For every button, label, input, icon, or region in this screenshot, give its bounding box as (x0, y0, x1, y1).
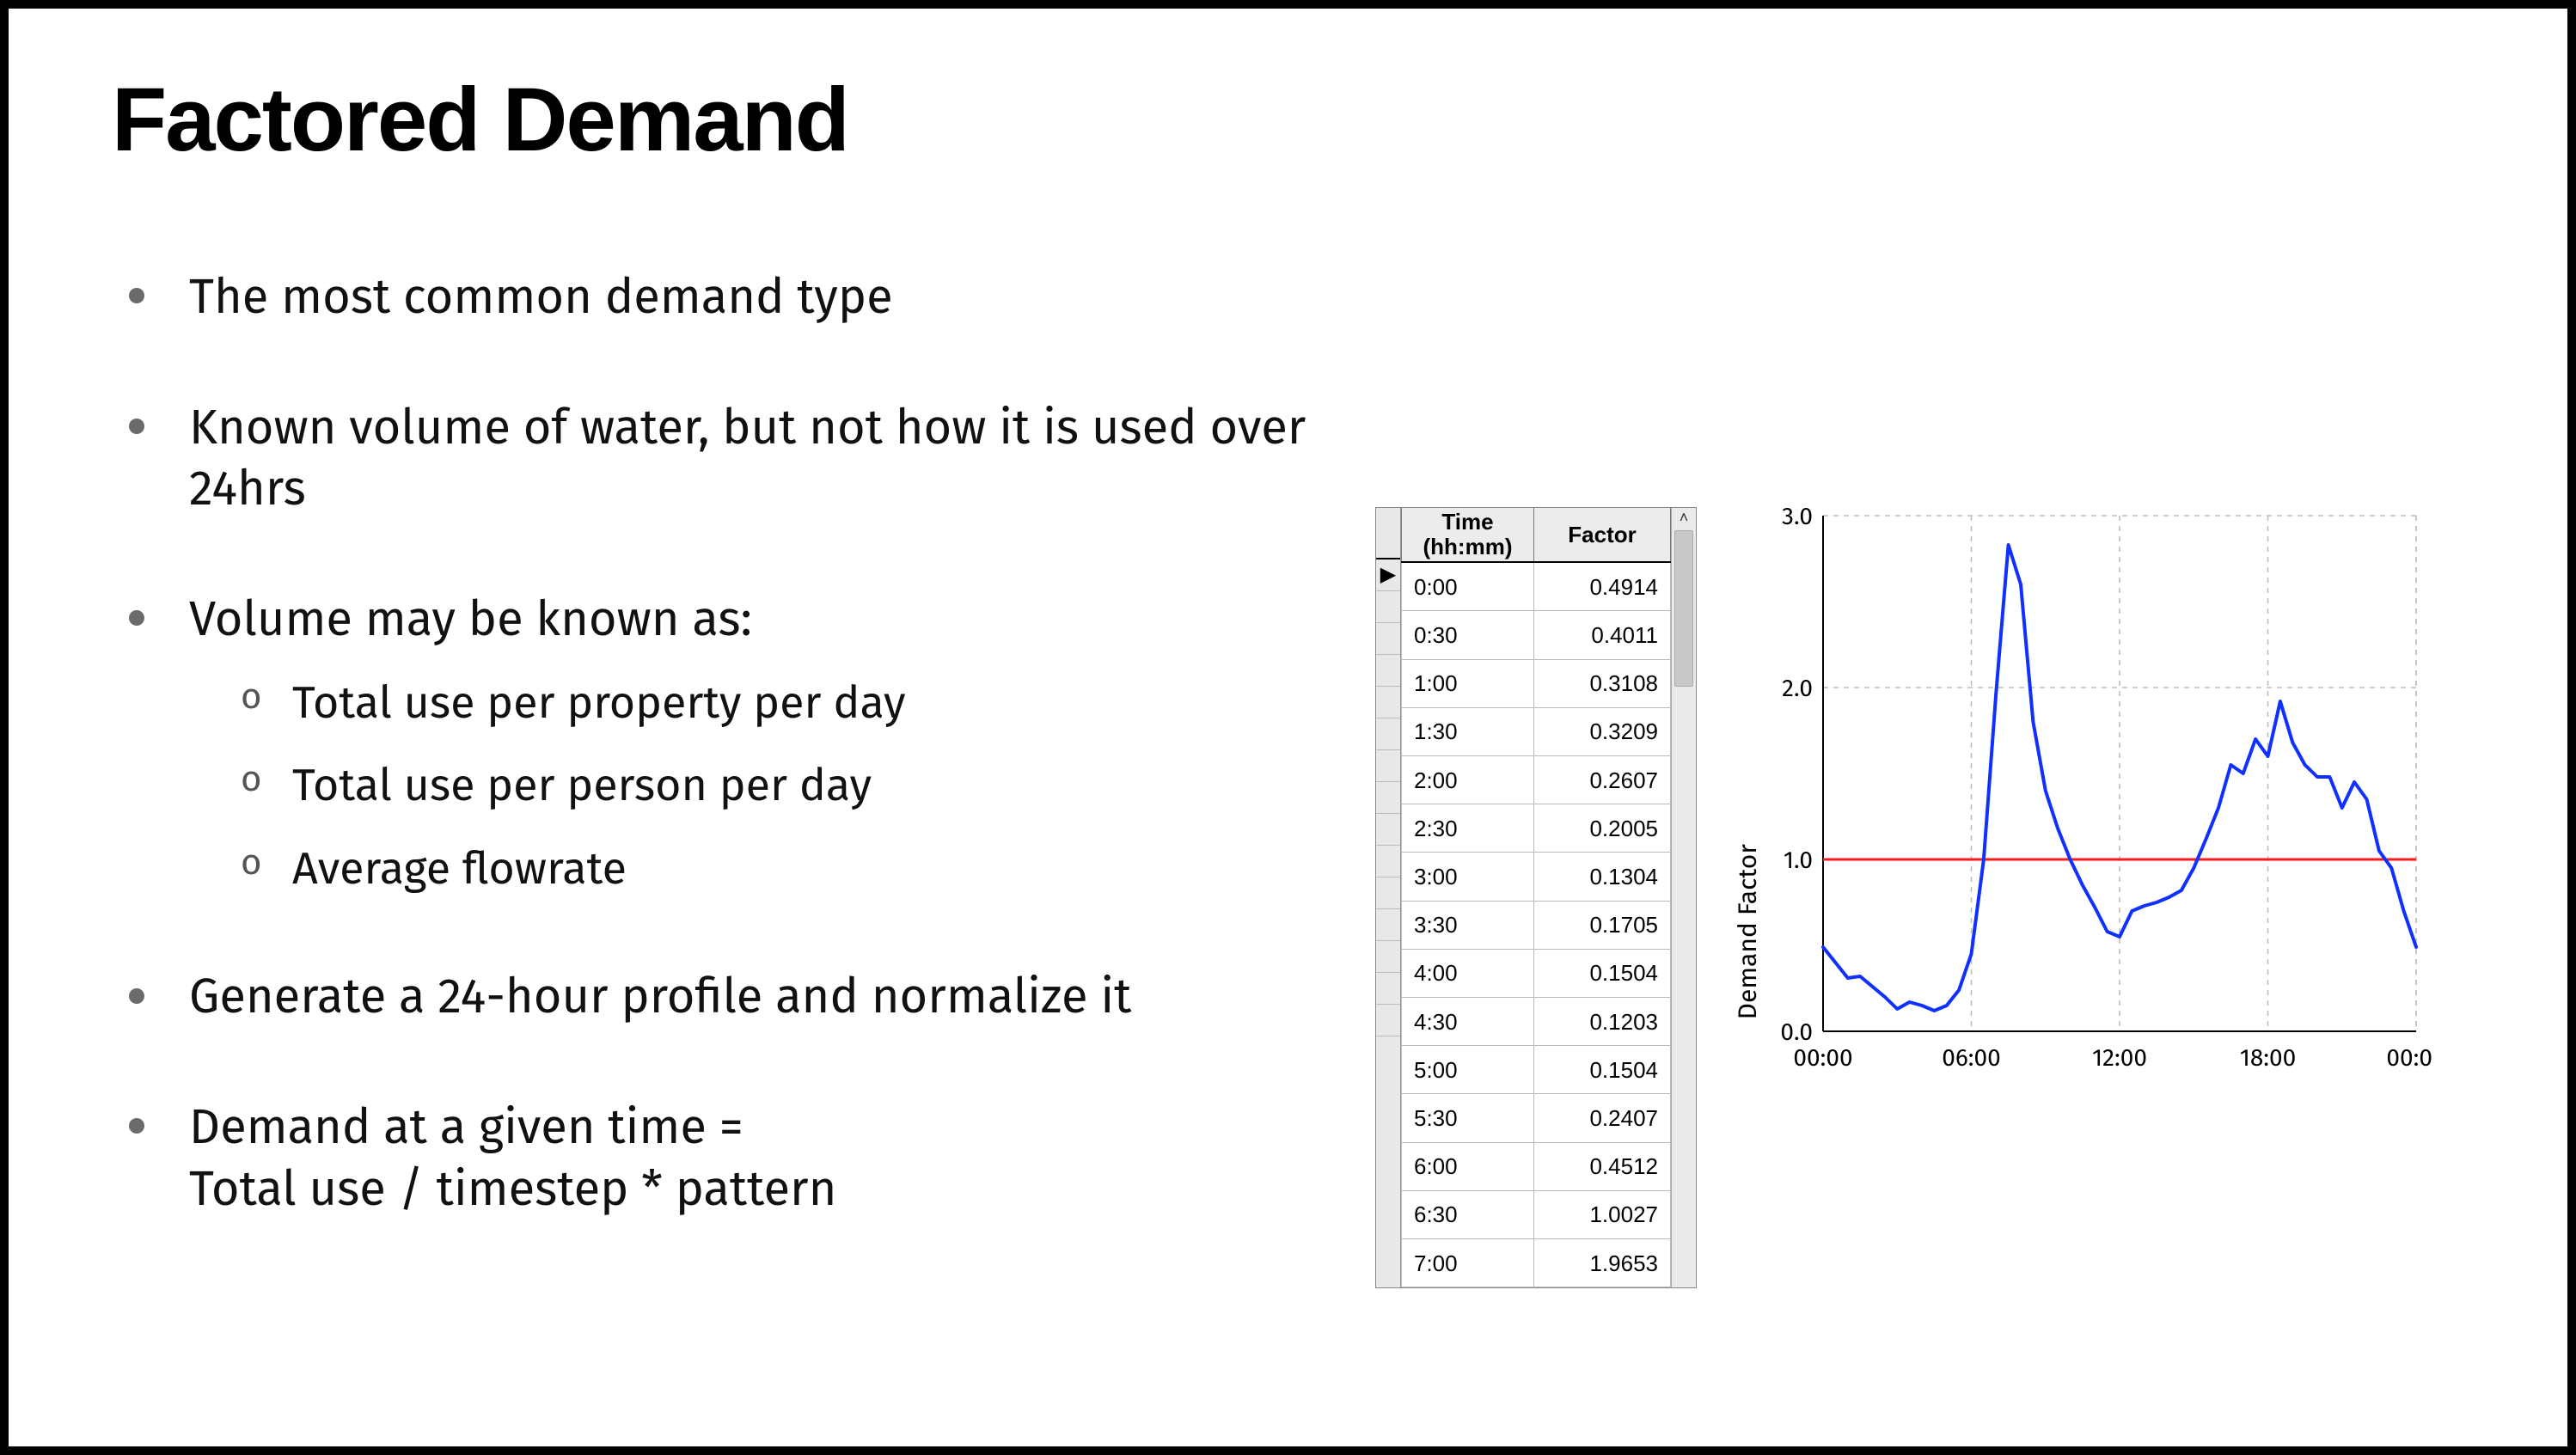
row-selector[interactable] (1376, 655, 1400, 687)
cell-time[interactable]: 4:30 (1402, 998, 1534, 1046)
scrollbar-thumb[interactable] (1674, 530, 1693, 687)
row-selector[interactable] (1376, 623, 1400, 655)
demand-factor-chart: Demand Factor 0.0 1.0 2.0 3.0 00:00 06:00 12:0… (1727, 507, 2433, 1288)
cell-factor[interactable]: 0.4512 (1534, 1142, 1671, 1190)
chart-y-axis-label: Demand Factor (1727, 507, 1763, 1288)
cell-time[interactable]: 1:30 (1402, 707, 1534, 755)
row-selector[interactable] (1376, 846, 1400, 877)
row-selector[interactable] (1376, 814, 1400, 846)
cell-factor[interactable]: 0.4914 (1534, 562, 1671, 611)
cell-time[interactable]: 0:00 (1402, 562, 1534, 611)
cell-factor[interactable]: 0.2005 (1534, 804, 1671, 853)
cell-factor[interactable]: 0.2407 (1534, 1094, 1671, 1142)
cell-factor[interactable]: 0.1504 (1534, 949, 1671, 997)
bullet-item: Generate a 24-hour profile and normalize… (129, 966, 1341, 1028)
x-tick-label: 18:00 (2240, 1044, 2297, 1073)
row-selector[interactable]: ▶ (1376, 559, 1400, 591)
table-row[interactable]: 6:301.0027 (1402, 1190, 1671, 1238)
cell-time[interactable]: 5:00 (1402, 1046, 1534, 1094)
col-header-factor[interactable]: Factor (1534, 508, 1671, 562)
cell-time[interactable]: 6:30 (1402, 1190, 1534, 1238)
row-selector[interactable] (1376, 750, 1400, 782)
cell-time[interactable]: 5:30 (1402, 1094, 1534, 1142)
table-row[interactable]: 1:000.3108 (1402, 659, 1671, 707)
table-row[interactable]: 2:300.2005 (1402, 804, 1671, 853)
col-header-time[interactable]: Time (hh:mm) (1402, 508, 1534, 562)
table-row[interactable]: 3:000.1304 (1402, 853, 1671, 901)
cell-factor[interactable]: 0.3209 (1534, 707, 1671, 755)
row-selector[interactable] (1376, 1005, 1400, 1036)
y-tick-label: 3.0 (1782, 507, 1813, 531)
factor-table: ▶ Time (hh:mm) Factor 0:000.49140:300.40… (1375, 507, 1697, 1288)
row-selector[interactable] (1376, 973, 1400, 1005)
table-row[interactable]: 3:300.1705 (1402, 901, 1671, 949)
slide-title: Factored Demand (112, 69, 2464, 172)
cell-time[interactable]: 3:00 (1402, 853, 1534, 901)
row-selector[interactable] (1376, 718, 1400, 750)
table-row[interactable]: 4:000.1504 (1402, 949, 1671, 997)
table-row[interactable]: 0:300.4011 (1402, 611, 1671, 659)
table-row[interactable]: 7:001.9653 (1402, 1239, 1671, 1287)
bullet-item: The most common demand type (129, 266, 1341, 328)
y-tick-label: 1.0 (1784, 847, 1813, 875)
table-row[interactable]: 1:300.3209 (1402, 707, 1671, 755)
row-selector[interactable] (1376, 591, 1400, 623)
cell-factor[interactable]: 1.0027 (1534, 1190, 1671, 1238)
cell-time[interactable]: 3:30 (1402, 901, 1534, 949)
cell-time[interactable]: 4:00 (1402, 949, 1534, 997)
x-tick-label: 00:00 (1793, 1044, 1852, 1073)
cell-factor[interactable]: 0.3108 (1534, 659, 1671, 707)
slide-frame: Factored Demand The most common demand t… (0, 0, 2576, 1455)
cell-factor[interactable]: 0.2607 (1534, 756, 1671, 804)
sub-bullet-item: Total use per property per day (241, 675, 1341, 732)
row-selector[interactable] (1376, 687, 1400, 718)
cell-time[interactable]: 6:00 (1402, 1142, 1534, 1190)
sub-bullet-item: Average flowrate (241, 841, 1341, 898)
cell-factor[interactable]: 1.9653 (1534, 1239, 1671, 1287)
table-row[interactable]: 5:300.2407 (1402, 1094, 1671, 1142)
row-selector[interactable] (1376, 941, 1400, 973)
factor-grid: Time (hh:mm) Factor 0:000.49140:300.4011… (1401, 508, 1671, 1287)
table-row[interactable]: 2:000.2607 (1402, 756, 1671, 804)
x-tick-label: 00:00 (2386, 1044, 2433, 1073)
cell-time[interactable]: 2:00 (1402, 756, 1534, 804)
cell-factor[interactable]: 0.1304 (1534, 853, 1671, 901)
x-tick-label: 12:00 (2092, 1044, 2147, 1073)
bullet-item: Volume may be known as: Total use per pr… (129, 589, 1341, 897)
table-row[interactable]: 5:000.1504 (1402, 1046, 1671, 1094)
x-tick-label: 06:00 (1942, 1044, 2001, 1073)
bullet-text: Volume may be known as: (189, 590, 752, 648)
bullet-column: The most common demand type Known volume… (112, 266, 1341, 1288)
cell-time[interactable]: 2:30 (1402, 804, 1534, 853)
table-scrollbar[interactable]: ˄ (1671, 508, 1696, 1287)
cell-time[interactable]: 1:00 (1402, 659, 1534, 707)
scrollbar-arrow-up-icon[interactable]: ˄ (1672, 508, 1696, 529)
cell-time[interactable]: 0:30 (1402, 611, 1534, 659)
bullet-item: Demand at a given time = Total use / tim… (129, 1097, 1341, 1220)
col-header-time-label: Time (1441, 509, 1493, 535)
table-row[interactable]: 4:300.1203 (1402, 998, 1671, 1046)
cell-factor[interactable]: 0.4011 (1534, 611, 1671, 659)
sub-bullet-item: Total use per person per day (241, 757, 1341, 815)
cell-factor[interactable]: 0.1504 (1534, 1046, 1671, 1094)
bullet-item: Known volume of water, but not how it is… (129, 397, 1341, 520)
cell-factor[interactable]: 0.1203 (1534, 998, 1671, 1046)
row-selector[interactable] (1376, 782, 1400, 814)
table-row[interactable]: 0:000.4914 (1402, 562, 1671, 611)
row-header-column: ▶ (1376, 508, 1401, 1287)
y-tick-label: 2.0 (1782, 675, 1813, 703)
cell-time[interactable]: 7:00 (1402, 1239, 1534, 1287)
row-selector[interactable] (1376, 877, 1400, 909)
chart-svg: 0.0 1.0 2.0 3.0 00:00 06:00 12:00 18:00 00:00 (1763, 507, 2433, 1091)
row-selector[interactable] (1376, 909, 1400, 941)
y-tick-label: 0.0 (1780, 1018, 1813, 1047)
col-header-time-sub: (hh:mm) (1414, 535, 1521, 559)
cell-factor[interactable]: 0.1705 (1534, 901, 1671, 949)
table-row[interactable]: 6:000.4512 (1402, 1142, 1671, 1190)
